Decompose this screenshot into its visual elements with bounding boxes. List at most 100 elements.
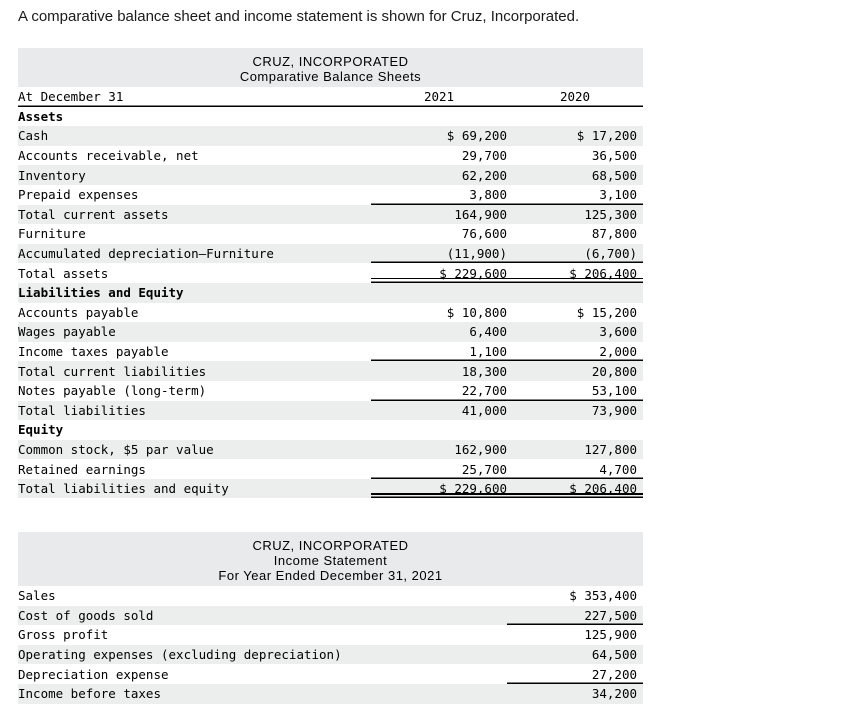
amount-cell [371, 420, 507, 440]
header-year-2020: 2020 [507, 87, 643, 107]
table-row: Wages payable 6,400 3,600 [18, 322, 643, 342]
amount-value: 64,500 [591, 647, 637, 663]
row-label: Total current liabilities [18, 361, 371, 381]
amount-value: 3,100 [599, 187, 637, 203]
amount-cell: 18,300 [371, 361, 507, 381]
amount-cell: 164,900 [371, 204, 507, 225]
amount-cell: $ 69,200 [371, 126, 507, 146]
amount-cell [371, 106, 507, 127]
amount-cell [507, 106, 643, 127]
amount-cell: 2,000 [507, 341, 643, 362]
amount-cell: 76,600 [371, 224, 507, 244]
header-label-cell: At December 31 [18, 87, 371, 107]
amount-cell: $ 15,200 [507, 302, 643, 323]
amount-value: 34,200 [591, 686, 637, 702]
row-label: Sales [18, 586, 371, 606]
amount-value: 6,400 [469, 324, 507, 340]
amount-cell: 73,900 [507, 400, 643, 421]
row-label: Common stock, $5 par value [18, 439, 371, 460]
amount-value: $ 353,400 [569, 588, 637, 604]
table-row: Income before taxes 34,200 [18, 683, 643, 704]
amount-cell: 41,000 [371, 400, 507, 421]
amount-cell [371, 586, 507, 606]
row-label: Retained earnings [18, 459, 371, 479]
table-row: Retained earnings 25,700 4,700 [18, 459, 643, 479]
row-label: Furniture [18, 224, 371, 244]
row-label: Cost of goods sold [18, 605, 371, 626]
table-row: Equity [18, 420, 643, 440]
income-statement-table: CRUZ, INCORPORATED Income Statement For … [18, 532, 643, 704]
row-label: Cash [18, 126, 371, 146]
balance-sheet-title-block: CRUZ, INCORPORATED Comparative Balance S… [18, 48, 643, 87]
row-label: Depreciation expense [18, 664, 371, 684]
amount-cell: (6,700) [507, 243, 643, 264]
row-label: Income before taxes [18, 683, 371, 704]
amount-cell: 68,500 [507, 165, 643, 185]
amount-value: $ 15,200 [576, 304, 637, 320]
amount-value: $ 229,600 [439, 481, 507, 497]
table-row: Inventory 62,200 68,500 [18, 165, 643, 185]
amount-cell: 25,700 [371, 459, 507, 479]
table-row: Sales $ 353,400 [18, 586, 643, 606]
amount-value: 162,900 [454, 441, 507, 457]
amount-cell: $ 206,400 [507, 263, 643, 283]
amount-cell: 27,200 [507, 664, 643, 684]
table-row: Total current assets 164,900 125,300 [18, 204, 643, 225]
table-row: Furniture 76,600 87,800 [18, 224, 643, 244]
table-row: Accounts payable $ 10,800 $ 15,200 [18, 302, 643, 323]
amount-value: 36,500 [591, 148, 637, 164]
row-label: Total liabilities [18, 400, 371, 421]
amount-value: 29,700 [461, 148, 507, 164]
amount-cell: 29,700 [371, 145, 507, 166]
amount-value: $ 69,200 [446, 128, 507, 144]
table-row: Common stock, $5 par value 162,900 127,800 [18, 439, 643, 460]
row-label: Gross profit [18, 625, 371, 645]
row-label: Accounts receivable, net [18, 145, 371, 166]
amount-value: 125,900 [584, 627, 637, 643]
amount-cell: 62,200 [371, 165, 507, 185]
table-row: Total current liabilities 18,300 20,800 [18, 361, 643, 381]
amount-cell: 3,800 [371, 184, 507, 205]
amount-cell: 3,100 [507, 184, 643, 205]
row-label: Liabilities and Equity [18, 282, 371, 303]
amount-cell [371, 605, 507, 626]
amount-value: $ 17,200 [576, 128, 637, 144]
amount-value: 22,700 [461, 383, 507, 399]
row-label: Wages payable [18, 322, 371, 342]
amount-value: 41,000 [461, 402, 507, 418]
table-row: Depreciation expense 27,200 [18, 664, 643, 684]
table-row: Notes payable (long-term) 22,700 53,100 [18, 380, 643, 401]
row-label: Notes payable (long-term) [18, 380, 371, 401]
table-row: Operating expenses (excluding depreciati… [18, 644, 643, 665]
amount-value: 73,900 [591, 402, 637, 418]
table-row: Accounts receivable, net 29,700 36,500 [18, 145, 643, 166]
intro-text: A comparative balance sheet and income s… [18, 8, 580, 25]
amount-cell: 227,500 [507, 605, 643, 626]
amount-cell: 64,500 [507, 644, 643, 665]
balance-sheet-statement-name: Comparative Balance Sheets [239, 69, 422, 84]
amount-value: 27,200 [591, 666, 637, 682]
table-row: Assets [18, 106, 643, 127]
amount-cell: 125,300 [507, 204, 643, 225]
row-label: Total assets [18, 263, 371, 283]
table-row: Cost of goods sold 227,500 [18, 605, 643, 626]
amount-value: 164,900 [454, 206, 507, 222]
amount-value: 87,800 [591, 226, 637, 242]
row-label: Total liabilities and equity [18, 478, 371, 499]
amount-value: 20,800 [591, 363, 637, 379]
amount-cell: 22,700 [371, 380, 507, 401]
amount-value: 62,200 [461, 167, 507, 183]
row-label: Total current assets [18, 204, 371, 225]
amount-cell [371, 664, 507, 684]
balance-sheet-table: CRUZ, INCORPORATED Comparative Balance S… [18, 48, 643, 499]
amount-value: 3,600 [599, 324, 637, 340]
amount-cell: 20,800 [507, 361, 643, 381]
amount-cell: $ 10,800 [371, 302, 507, 323]
amount-value: (6,700) [584, 246, 637, 262]
amount-cell: $ 229,600 [371, 263, 507, 283]
amount-cell: 127,800 [507, 439, 643, 460]
income-statement-company: CRUZ, INCORPORATED [252, 538, 409, 553]
amount-cell [371, 644, 507, 665]
amount-cell: 36,500 [507, 145, 643, 166]
amount-cell: 1,100 [371, 341, 507, 362]
